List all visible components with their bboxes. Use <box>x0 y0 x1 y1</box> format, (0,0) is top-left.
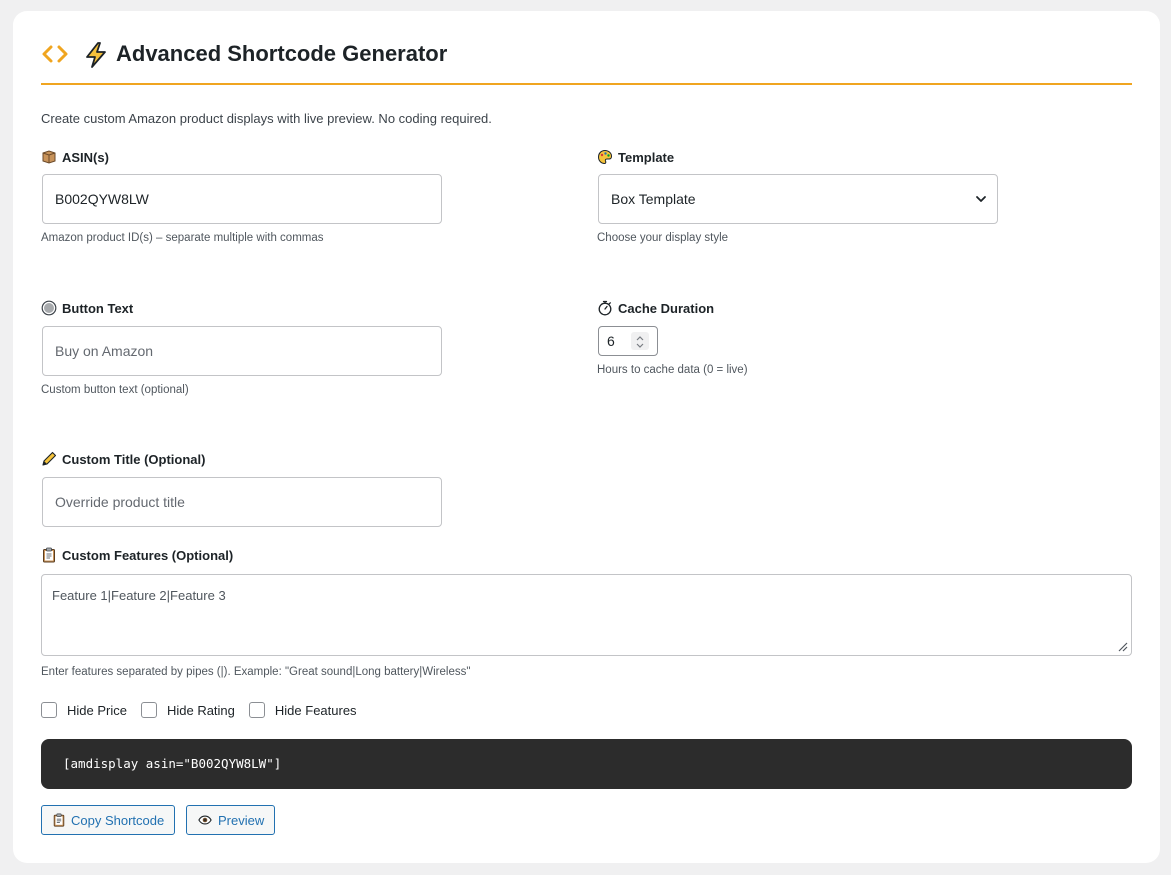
clipboard-icon <box>53 813 65 827</box>
asin-input[interactable]: B002QYW8LW <box>42 174 442 224</box>
copy-shortcode-button[interactable]: Copy Shortcode <box>41 805 176 835</box>
button-text-help: Custom button text (optional) <box>41 384 189 396</box>
package-icon <box>42 150 56 164</box>
cache-label: Cache Duration <box>597 300 714 316</box>
generator-card: Advanced Shortcode Generator Create cust… <box>13 11 1160 863</box>
pencil-icon <box>42 451 57 466</box>
button-text-input[interactable]: Buy on Amazon <box>42 326 442 376</box>
template-help: Choose your display style <box>597 232 729 244</box>
custom-title-label-text: Custom Title (Optional) <box>62 451 206 467</box>
custom-title-label: Custom Title (Optional) <box>41 451 205 467</box>
display-options: Hide Price Hide Rating Hide Features <box>41 700 371 720</box>
template-label-text: Template <box>618 149 675 165</box>
shortcode-output[interactable]: [amdisplay asin="B002QYW8LW"] <box>41 739 1132 789</box>
preview-label: Preview <box>218 812 265 828</box>
cache-label-text: Cache Duration <box>618 300 715 316</box>
button-text-label: Button Text <box>41 300 133 316</box>
preview-button[interactable]: Preview <box>186 805 276 835</box>
hide-price-label: Hide Price <box>67 702 127 718</box>
lightning-bolt-icon <box>86 42 106 68</box>
spinner-arrows-icon <box>636 336 644 348</box>
hide-rating-option[interactable]: Hide Rating <box>140 702 235 718</box>
cache-duration-input[interactable]: 6 <box>598 326 658 356</box>
page-title: Advanced Shortcode Generator <box>116 41 448 66</box>
page-header: Advanced Shortcode Generator <box>41 39 1132 85</box>
number-spinner[interactable] <box>631 332 649 350</box>
hide-features-option[interactable]: Hide Features <box>248 702 357 718</box>
radio-button-icon <box>41 300 57 316</box>
template-label: Template <box>597 149 674 165</box>
asin-label: ASIN(s) <box>41 149 109 165</box>
hide-features-label: Hide Features <box>274 702 357 718</box>
eye-icon <box>198 815 212 825</box>
asin-label-text: ASIN(s) <box>62 149 109 165</box>
custom-features-textarea[interactable]: Feature 1|Feature 2|Feature 3 <box>41 574 1132 656</box>
code-icon <box>42 45 68 63</box>
stopwatch-icon <box>598 300 612 316</box>
custom-features-label: Custom Features (Optional) <box>41 547 233 563</box>
custom-features-placeholder: Feature 1|Feature 2|Feature 3 <box>52 588 226 603</box>
custom-features-help: Enter features separated by pipes (|). E… <box>41 666 471 678</box>
intro-text: Create custom Amazon product displays wi… <box>41 111 492 126</box>
cache-help: Hours to cache data (0 = live) <box>597 364 748 376</box>
copy-shortcode-label: Copy Shortcode <box>71 812 165 828</box>
template-select[interactable]: Box Template <box>598 174 998 224</box>
resize-grip-icon[interactable] <box>1116 640 1128 652</box>
hide-features-checkbox[interactable] <box>248 702 265 718</box>
hide-rating-checkbox[interactable] <box>140 702 157 718</box>
cache-duration-value: 6 <box>607 333 615 349</box>
hide-price-checkbox[interactable] <box>41 702 57 718</box>
asin-help: Amazon product ID(s) – separate multiple… <box>41 232 324 244</box>
button-text-label-text: Button Text <box>62 300 134 316</box>
hide-price-option[interactable]: Hide Price <box>41 702 127 718</box>
chevron-down-icon <box>976 196 986 202</box>
custom-features-label-text: Custom Features (Optional) <box>62 547 234 563</box>
palette-icon <box>597 149 613 165</box>
template-selected-value: Box Template <box>611 191 696 207</box>
clipboard-icon <box>43 547 55 563</box>
hide-rating-label: Hide Rating <box>166 702 235 718</box>
custom-title-input[interactable]: Override product title <box>42 477 442 527</box>
